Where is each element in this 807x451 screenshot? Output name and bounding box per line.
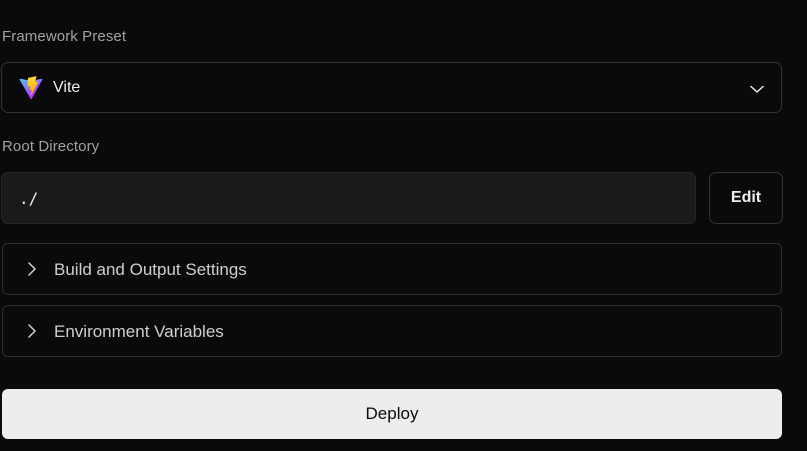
project-config-form: Framework Preset Vite Root Directory ./ … [0,0,807,451]
root-directory-label: Root Directory [2,138,100,155]
chevron-down-icon [750,85,764,93]
build-output-settings-section[interactable]: Build and Output Settings [2,243,782,295]
chevron-right-icon [28,262,36,276]
framework-preset-value: Vite [53,79,81,96]
chevron-right-icon [28,324,36,338]
framework-preset-label: Framework Preset [2,28,127,45]
framework-preset-select[interactable]: Vite [1,62,782,113]
section-label: Environment Variables [54,322,224,341]
deploy-button[interactable]: Deploy [2,389,782,439]
edit-button[interactable]: Edit [709,172,783,224]
environment-variables-section[interactable]: Environment Variables [2,305,782,357]
vite-logo [19,76,43,100]
root-directory-input[interactable] [1,172,696,224]
section-label: Build and Output Settings [54,260,247,279]
